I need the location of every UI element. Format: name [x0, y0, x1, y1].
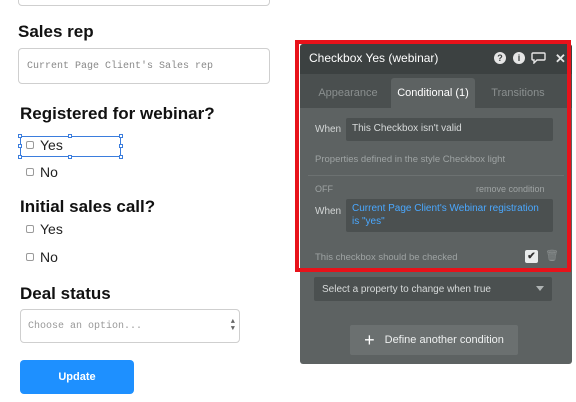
- resize-handle[interactable]: [119, 134, 123, 138]
- selection-outline[interactable]: [18, 134, 123, 159]
- resize-handle[interactable]: [68, 134, 72, 138]
- resize-handle[interactable]: [18, 155, 22, 159]
- initial-call-yes-checkbox[interactable]: Yes: [26, 221, 63, 237]
- checkbox-box[interactable]: [26, 225, 34, 233]
- checkbox-label: No: [40, 164, 58, 180]
- checkbox-box[interactable]: [26, 253, 34, 261]
- define-another-condition-button[interactable]: + Define another condition: [350, 325, 518, 355]
- deal-status-title: Deal status: [20, 284, 111, 303]
- initial-call-title: Initial sales call?: [20, 197, 156, 216]
- previous-input[interactable]: [18, 0, 270, 6]
- plus-icon: +: [364, 330, 375, 350]
- highlight-frame: [295, 40, 571, 272]
- resize-handle[interactable]: [18, 144, 22, 148]
- select-property-dropdown[interactable]: Select a property to change when true: [314, 277, 552, 301]
- resize-handle[interactable]: [68, 155, 72, 159]
- dropdown-placeholder: Choose an option...: [28, 320, 143, 332]
- checkbox-label: No: [40, 249, 58, 265]
- webinar-no-checkbox[interactable]: No: [26, 164, 58, 180]
- checkbox-label: Yes: [40, 221, 63, 237]
- resize-handle[interactable]: [18, 134, 22, 138]
- define-label: Define another condition: [384, 334, 504, 346]
- updown-arrows-icon: ▲ ▼: [230, 318, 235, 333]
- initial-call-no-checkbox[interactable]: No: [26, 249, 58, 265]
- deal-status-dropdown[interactable]: Choose an option... ▲ ▼: [20, 309, 240, 343]
- resize-handle[interactable]: [119, 155, 123, 159]
- chevron-down-icon: [536, 286, 544, 291]
- webinar-title: Registered for webinar?: [20, 104, 215, 123]
- update-button[interactable]: Update: [20, 360, 134, 394]
- sales-rep-title: Sales rep: [18, 22, 94, 41]
- checkbox-box[interactable]: [26, 168, 34, 176]
- sales-rep-input[interactable]: Current Page Client's Sales rep: [18, 48, 270, 84]
- select-property-placeholder: Select a property to change when true: [322, 283, 491, 295]
- resize-handle[interactable]: [119, 144, 123, 148]
